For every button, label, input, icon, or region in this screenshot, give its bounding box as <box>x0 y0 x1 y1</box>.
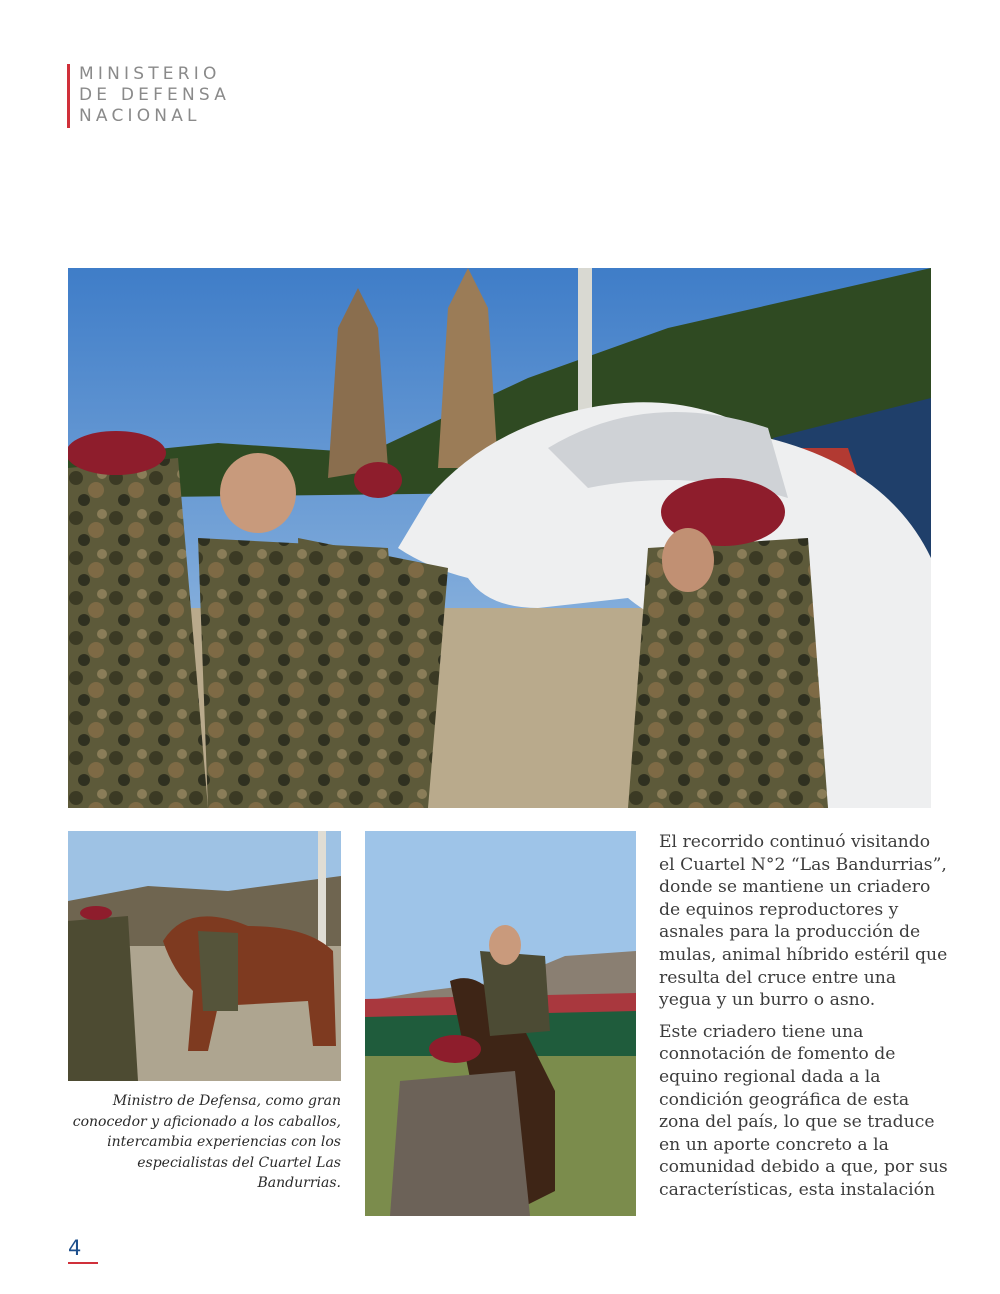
ministry-logo: MINISTERIO DE DEFENSA NACIONAL <box>67 64 230 128</box>
rider-photo <box>365 831 636 1216</box>
body-paragraph-2: Este criadero tiene una connotación de f… <box>659 1021 948 1200</box>
brand-line-3: NACIONAL <box>79 106 201 126</box>
photo-caption: Ministro de Defensa, como gran conocedor… <box>72 1093 341 1191</box>
page-number: 4 <box>68 1236 82 1260</box>
brand-line-2: DE DEFENSA <box>79 85 231 105</box>
horse-photo <box>68 831 341 1081</box>
article-body: El recorrido continuó visitando el Cuart… <box>659 831 949 1211</box>
main-photo <box>68 268 931 808</box>
brand-line-1: MINISTERIO <box>79 64 221 84</box>
page-number-underline <box>68 1262 98 1264</box>
body-paragraph-1: El recorrido continuó visitando el Cuart… <box>659 832 948 1011</box>
